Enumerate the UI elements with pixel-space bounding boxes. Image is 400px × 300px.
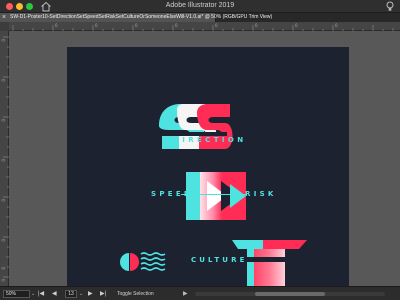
document-tab-bar: × SW-D1-Poster10-SetDirectionSetSpeedSet… (0, 13, 400, 22)
ruler-origin[interactable] (0, 22, 9, 31)
wave-mark-stripe (140, 252, 166, 256)
ruler-number: 0 (55, 23, 58, 28)
ruler-number: 0 (95, 23, 98, 28)
last-artboard-button[interactable]: ▶| (100, 290, 106, 298)
direction-label: DIRECTION (173, 136, 247, 144)
lightbulb-icon[interactable] (386, 1, 394, 12)
ruler-number: 0 (1, 239, 6, 242)
ruler-number: 0 (335, 23, 338, 28)
wave-mark-stripe (140, 267, 166, 271)
horizontal-ruler-ticks (12, 25, 394, 31)
scrollbar-thumb[interactable] (255, 292, 325, 296)
zoom-dropdown-chevron-icon[interactable]: ⌄ (31, 291, 35, 297)
next-artboard-button[interactable]: ▶ (88, 290, 93, 298)
speed-risk-mark (186, 172, 246, 220)
tab-close-icon[interactable]: × (2, 13, 6, 22)
document-tab-title: SW-D1-Poster10-SetDirectionSetSpeedSetRi… (10, 14, 273, 20)
wave-mark-red-half (130, 253, 139, 271)
document-tab[interactable]: × SW-D1-Poster10-SetDirectionSetSpeedSet… (0, 13, 272, 22)
ruler-number: 0 (1, 279, 6, 282)
previous-artboard-button[interactable]: ◀ (52, 290, 57, 298)
status-label: Toggle Selection (117, 291, 154, 297)
ruler-number: 0 (1, 159, 6, 162)
app-title: Adobe Illustrator 2019 (165, 2, 235, 9)
artboard[interactable]: DIRECTION SPEED RISK CULTURE (67, 47, 349, 291)
culture-label: CULTURE (191, 256, 248, 264)
culture-mark-cyan-stripe (247, 249, 254, 286)
vertical-ruler[interactable]: 0 0 0 0 0 0 0 0 (0, 31, 9, 286)
culture-mark-cyan-bar (232, 240, 263, 249)
horizontal-ruler[interactable]: 0 0 0 0 0 0 0 0 (9, 22, 400, 31)
first-artboard-button[interactable]: |◀ (38, 290, 44, 298)
ruler-number: 0 (135, 23, 138, 28)
ruler-number: 0 (1, 119, 6, 122)
ruler-number: 0 (1, 199, 6, 202)
artboard-number-field[interactable]: 13 (65, 290, 77, 298)
speed-connector-line (181, 194, 247, 195)
zoom-level-field[interactable]: 50% (3, 290, 30, 298)
wave-mark-stripe (140, 257, 166, 261)
status-bar: 50% ⌄ |◀ ◀ 13 ⌄ ▶ ▶| Toggle Selection ▶ (0, 286, 400, 300)
wave-mark (120, 252, 166, 271)
wave-mark-cyan-half (120, 253, 129, 271)
ruler-number: 0 (1, 79, 6, 82)
horizontal-scrollbar[interactable] (195, 292, 385, 296)
wave-mark-stripe (140, 262, 166, 266)
ruler-number: 0 (255, 23, 258, 28)
canvas[interactable]: DIRECTION SPEED RISK CULTURE (9, 31, 400, 291)
ruler-number: 0 (295, 23, 298, 28)
risk-label: RISK (245, 190, 277, 198)
ruler-number: 0 (1, 39, 6, 42)
ruler-number: 0 (1, 267, 6, 270)
ruler-number: 0 (175, 23, 178, 28)
artboard-dropdown-chevron-icon[interactable]: ⌄ (79, 291, 83, 297)
poster-artwork (120, 104, 307, 286)
status-menu-arrow-icon[interactable]: ▶ (183, 290, 188, 298)
ruler-number: 0 (215, 23, 218, 28)
culture-mark-red-bar (263, 240, 307, 249)
title-bar: Adobe Illustrator 2019 (0, 0, 400, 13)
